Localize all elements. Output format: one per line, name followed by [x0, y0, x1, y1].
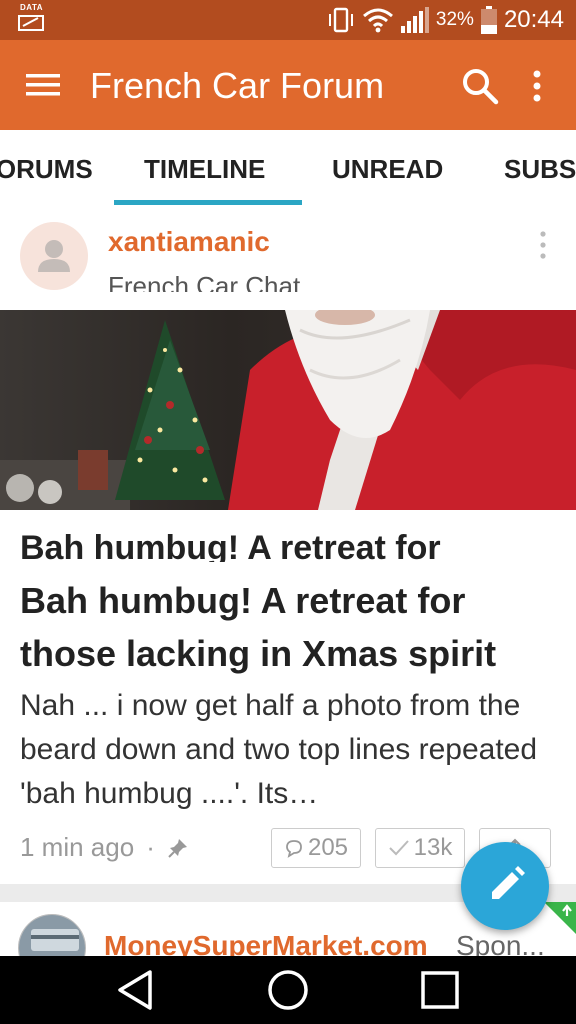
pencil-icon	[492, 866, 525, 899]
signal-icon	[400, 7, 429, 33]
meta-separator: ·	[146, 832, 155, 862]
post-title[interactable]: Bah humbug! A retreat for those lacking …	[20, 574, 550, 680]
back-icon[interactable]	[112, 966, 160, 1014]
battery-percent: 32%	[435, 9, 474, 30]
tab-bar: FORUMS TIMELINE UNREAD SUBS	[0, 130, 576, 207]
compose-button[interactable]	[461, 842, 549, 930]
recents-icon[interactable]	[416, 966, 464, 1014]
data-label: DATA	[20, 3, 44, 12]
clock: 20:44	[503, 6, 564, 33]
post-title-repeat: Bah humbug! A retreat for	[20, 529, 441, 562]
comment-icon	[286, 840, 302, 858]
tab-subs[interactable]: SUBS	[504, 154, 576, 185]
post-meta: 1 min ago ·	[20, 832, 189, 863]
home-icon[interactable]	[264, 966, 312, 1014]
search-icon[interactable]	[460, 66, 500, 106]
navigation-bar	[0, 956, 576, 1024]
post-more-icon[interactable]	[536, 230, 550, 260]
post-header[interactable]: xantiamanic French Car Chat	[0, 206, 576, 310]
app-title: French Car Forum	[90, 65, 385, 106]
active-tab-indicator	[114, 200, 302, 205]
vibrate-icon	[328, 7, 353, 33]
tab-forums[interactable]: FORUMS	[0, 154, 93, 185]
reply-count: 205	[307, 834, 349, 861]
post-image[interactable]	[0, 310, 576, 510]
view-count-button[interactable]: 13k	[375, 828, 465, 868]
tab-unread[interactable]: UNREAD	[332, 154, 443, 185]
post-forum[interactable]: French Car Chat	[108, 270, 300, 292]
reply-count-button[interactable]: 205	[271, 828, 361, 868]
wifi-icon	[362, 8, 393, 33]
tab-timeline[interactable]: TIMELINE	[144, 154, 265, 185]
view-count: 13k	[413, 834, 453, 861]
app-bar: French Car Forum	[0, 40, 576, 130]
battery-icon	[480, 6, 497, 34]
post-author[interactable]: xantiamanic	[108, 226, 270, 258]
avatar[interactable]	[20, 222, 88, 290]
sponsor-avatar[interactable]	[18, 914, 86, 956]
santa-photo	[0, 310, 576, 510]
pin-icon	[168, 838, 187, 858]
check-icon	[388, 840, 409, 856]
more-options-icon[interactable]	[525, 68, 549, 104]
user-icon	[38, 240, 70, 272]
post-time: 1 min ago	[20, 832, 135, 862]
card-icon	[19, 915, 85, 956]
sponsor-name[interactable]: MoneySuperMarket.com	[104, 930, 428, 956]
status-bar: DATA 32% 20:44	[0, 0, 576, 40]
menu-icon[interactable]	[26, 70, 60, 100]
sponsored-label: Spon...	[456, 930, 545, 956]
post-excerpt[interactable]: Nah ... i now get half a photo from the …	[20, 684, 550, 816]
